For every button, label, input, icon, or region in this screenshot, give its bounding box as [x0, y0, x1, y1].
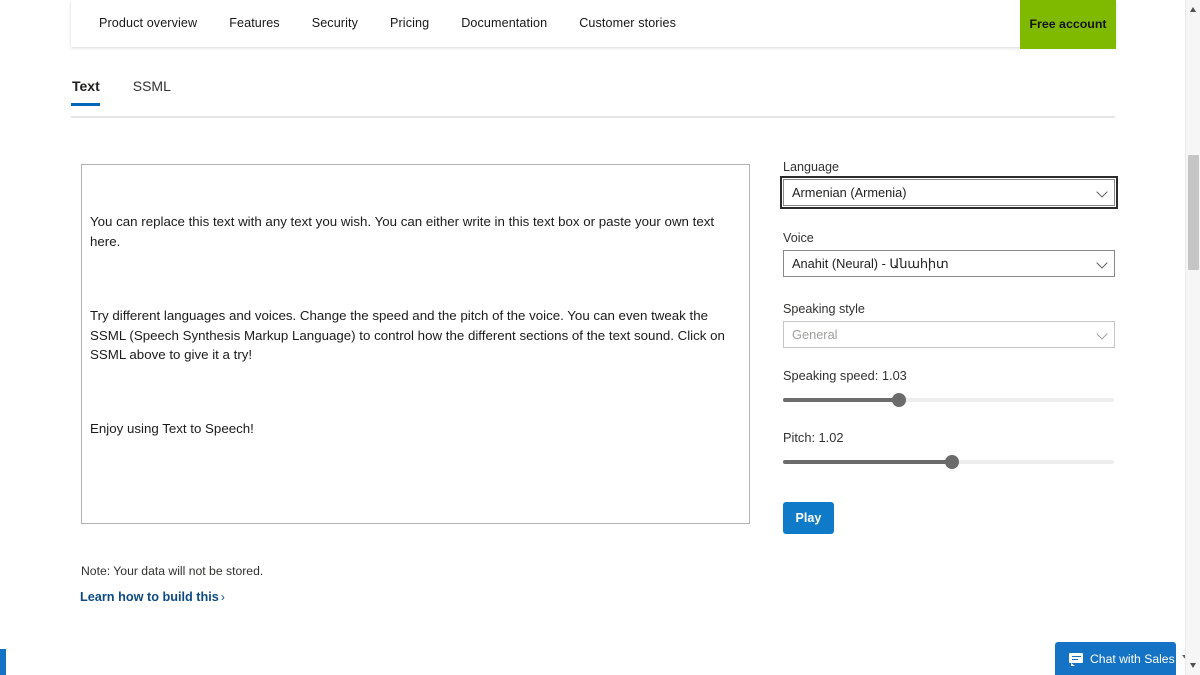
- tabs-container: Text SSML: [71, 78, 1115, 106]
- text-input-area[interactable]: You can replace this text with any text …: [81, 164, 750, 524]
- tab-list: Text SSML: [71, 78, 1115, 106]
- chevron-down-icon: [1096, 327, 1108, 340]
- voice-label: Voice: [783, 231, 814, 245]
- language-select-value: Armenian (Armenia): [792, 185, 907, 200]
- scroll-up-arrow-icon[interactable]: [1186, 2, 1200, 17]
- slider-fill: [783, 460, 952, 464]
- nav-link-security[interactable]: Security: [296, 0, 374, 47]
- scroll-down-arrow-icon[interactable]: [1186, 658, 1200, 673]
- chat-label: Chat with Sales: [1090, 651, 1175, 666]
- slider-fill: [783, 398, 899, 402]
- chevron-down-icon: [1096, 256, 1108, 269]
- voice-select[interactable]: Anahit (Neural) - Անահիտ: [783, 250, 1115, 277]
- free-account-button[interactable]: Free account: [1020, 0, 1116, 49]
- vertical-scrollbar[interactable]: [1185, 0, 1200, 675]
- tab-text[interactable]: Text: [71, 78, 110, 106]
- nav-link-documentation[interactable]: Documentation: [445, 0, 563, 47]
- pitch-slider[interactable]: [783, 455, 1114, 469]
- speaking-speed-slider[interactable]: [783, 393, 1114, 407]
- chevron-right-icon: ›: [220, 590, 225, 604]
- speech-bubble-icon: [1069, 653, 1083, 666]
- chat-with-sales-button[interactable]: Chat with Sales: [1055, 642, 1176, 675]
- speaking-style-value: General: [792, 327, 838, 342]
- nav-link-customer-stories[interactable]: Customer stories: [563, 0, 692, 47]
- scrollbar-thumb[interactable]: [1188, 155, 1199, 270]
- editor-paragraph-2: Try different languages and voices. Chan…: [90, 308, 729, 363]
- editor-paragraph-3: Enjoy using Text to Speech!: [90, 421, 254, 437]
- pitch-label: Pitch: 1.02: [783, 430, 844, 445]
- language-label: Language: [783, 160, 840, 174]
- nav-link-features[interactable]: Features: [213, 0, 296, 47]
- voice-settings-panel: Language Armenian (Armenia) Voice Anahit…: [780, 160, 1118, 534]
- speaking-style-label: Speaking style: [783, 302, 865, 316]
- slider-thumb[interactable]: [944, 455, 959, 469]
- tab-ssml[interactable]: SSML: [132, 78, 181, 105]
- voice-select-value: Anahit (Neural) - Անահիտ: [792, 255, 949, 271]
- nav-link-product-overview[interactable]: Product overview: [83, 0, 213, 47]
- language-select[interactable]: Armenian (Armenia): [780, 176, 1118, 209]
- tabs-divider: [71, 116, 1115, 118]
- speaking-style-select[interactable]: General: [783, 321, 1115, 348]
- play-button[interactable]: Play: [783, 502, 834, 534]
- learn-link-label: Learn how to build this: [80, 590, 219, 604]
- top-navigation-bar: Product overview Features Security Prici…: [71, 0, 1116, 49]
- page-edge-accent: [0, 649, 6, 675]
- slider-thumb[interactable]: [891, 393, 906, 407]
- editor-paragraph-1: You can replace this text with any text …: [90, 214, 718, 250]
- page-root: Product overview Features Security Prici…: [0, 0, 1200, 675]
- data-storage-note: Note: Your data will not be stored.: [81, 564, 264, 578]
- speaking-speed-label: Speaking speed: 1.03: [783, 368, 907, 383]
- nav-links-group: Product overview Features Security Prici…: [71, 0, 692, 47]
- chevron-down-icon: [1096, 185, 1108, 198]
- learn-how-to-build-link[interactable]: Learn how to build this ›: [80, 590, 225, 604]
- nav-link-pricing[interactable]: Pricing: [374, 0, 445, 47]
